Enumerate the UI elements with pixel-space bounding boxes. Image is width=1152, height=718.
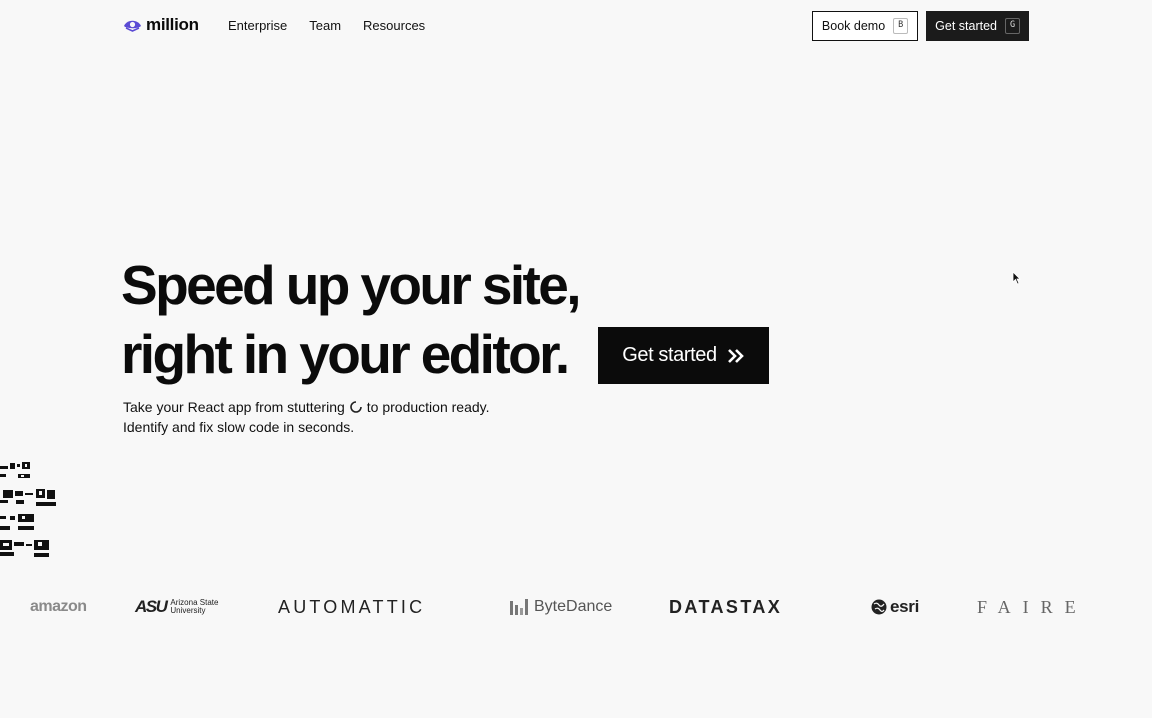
subtitle-after: to production ready. [366,399,490,415]
book-demo-button[interactable]: Book demo B [811,11,919,41]
logo-asu-line2: University [170,606,206,615]
million-logo-icon [124,20,141,32]
logo-faire-text: FAIRE [977,596,1088,617]
logo-faire: FAIRE [977,592,1088,622]
logo-datastax: DATASTAX [669,592,782,622]
logo-datastax-text: DATASTAX [669,596,783,617]
nav-get-started-shortcut: G [1005,18,1020,34]
brand-logo[interactable]: million [123,15,199,35]
logo-automattic: AUTOMATTIC [278,592,425,622]
hero-subtitle-line2: Identify and fix slow code in seconds. [123,419,355,435]
bytedance-bars-icon [510,599,528,615]
logo-amazon-text: amazon [30,598,87,615]
nav-link-resources[interactable]: Resources [363,18,425,33]
nav-actions: Book demo B Get started G [811,11,1029,41]
decorative-pixel-art [0,462,56,557]
logo-esri-text: esri [890,597,920,616]
nav-get-started-button[interactable]: Get started G [926,11,1029,41]
nav-get-started-label: Get started [935,19,997,33]
top-nav: million Enterprise Team Resources Book d… [0,0,1152,52]
nav-link-enterprise[interactable]: Enterprise [228,18,287,33]
book-demo-shortcut: B [893,18,909,34]
logo-esri: esri [871,592,919,622]
double-chevron-right-icon [727,348,744,363]
customer-logos: amazon ASU Arizona State University AUTO… [0,592,1152,622]
logo-asu: ASU Arizona State University [135,592,218,622]
hero-subtitle-line1: Take your React app from stuttering to p… [123,399,490,415]
hero-get-started-button[interactable]: Get started [598,327,769,384]
nav-link-team[interactable]: Team [309,18,341,33]
logo-automattic-text: AUTOMATTIC [278,596,426,617]
logo-asu-wordmark: Arizona State University [170,599,218,615]
logo-bytedance-text: ByteDance [534,598,613,615]
logo-asu-mark: ASU [135,597,168,616]
mouse-cursor-icon [1012,271,1021,285]
globe-icon [871,599,887,615]
logo-bytedance: ByteDance [510,592,612,622]
brand-name: million [146,15,199,34]
nav-links: Enterprise Team Resources [228,18,425,33]
hero-headline-line1: Speed up your site, [121,254,582,316]
hero-headline-line2: right in your editor. [121,323,570,385]
spinner-icon [350,401,362,413]
book-demo-label: Book demo [821,19,886,33]
subtitle-before: Take your React app from stuttering [123,399,345,415]
hero-get-started-label: Get started [622,344,717,366]
logo-amazon: amazon [30,592,87,622]
